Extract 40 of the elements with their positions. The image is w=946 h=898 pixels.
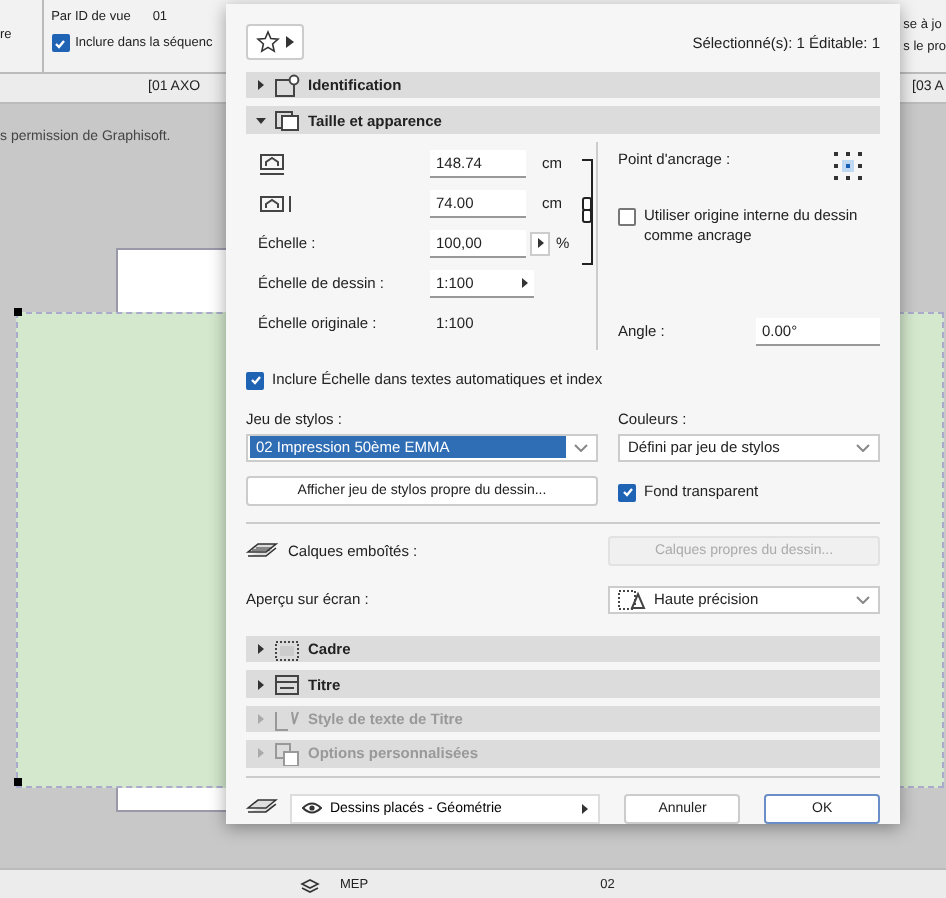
checkbox[interactable] xyxy=(618,483,636,502)
handle[interactable] xyxy=(14,308,22,316)
section-icon xyxy=(274,741,300,766)
layers-icon xyxy=(246,541,278,562)
handle[interactable] xyxy=(14,778,22,786)
caret-icon xyxy=(537,238,543,249)
checkbox[interactable] xyxy=(246,371,264,390)
anchor-grid-icon xyxy=(832,149,864,182)
expanded-icon xyxy=(256,115,266,126)
section-icon xyxy=(274,108,300,133)
arrow-button[interactable] xyxy=(530,231,550,256)
collapsed-icon xyxy=(256,714,266,725)
height-icon xyxy=(258,193,294,214)
check-icon xyxy=(249,374,261,387)
section-icon xyxy=(274,73,300,98)
collapsed-icon xyxy=(256,644,266,655)
layers-icon xyxy=(300,875,320,893)
caret-icon xyxy=(582,803,589,814)
section-icon xyxy=(274,707,300,732)
collapsed-icon xyxy=(256,679,266,690)
favorites-button[interactable] xyxy=(246,24,304,60)
section-icon xyxy=(274,672,300,697)
collapsed-icon xyxy=(256,80,266,91)
preview-icon xyxy=(618,589,646,610)
caret-icon xyxy=(522,277,528,288)
eye-icon xyxy=(301,802,322,815)
caret-icon xyxy=(286,36,294,48)
width-icon xyxy=(258,151,286,176)
chain-icon xyxy=(580,157,596,266)
chevron-icon xyxy=(574,443,588,452)
chevron-icon xyxy=(856,595,870,604)
chevron-icon xyxy=(856,443,870,452)
section-icon xyxy=(274,637,300,662)
checkbox[interactable] xyxy=(51,34,70,52)
layers-icon xyxy=(246,798,278,819)
checkbox[interactable] xyxy=(618,207,636,226)
check-icon xyxy=(54,37,67,49)
collapsed-icon xyxy=(256,748,266,759)
check-icon xyxy=(621,486,633,499)
star-icon xyxy=(256,30,280,54)
